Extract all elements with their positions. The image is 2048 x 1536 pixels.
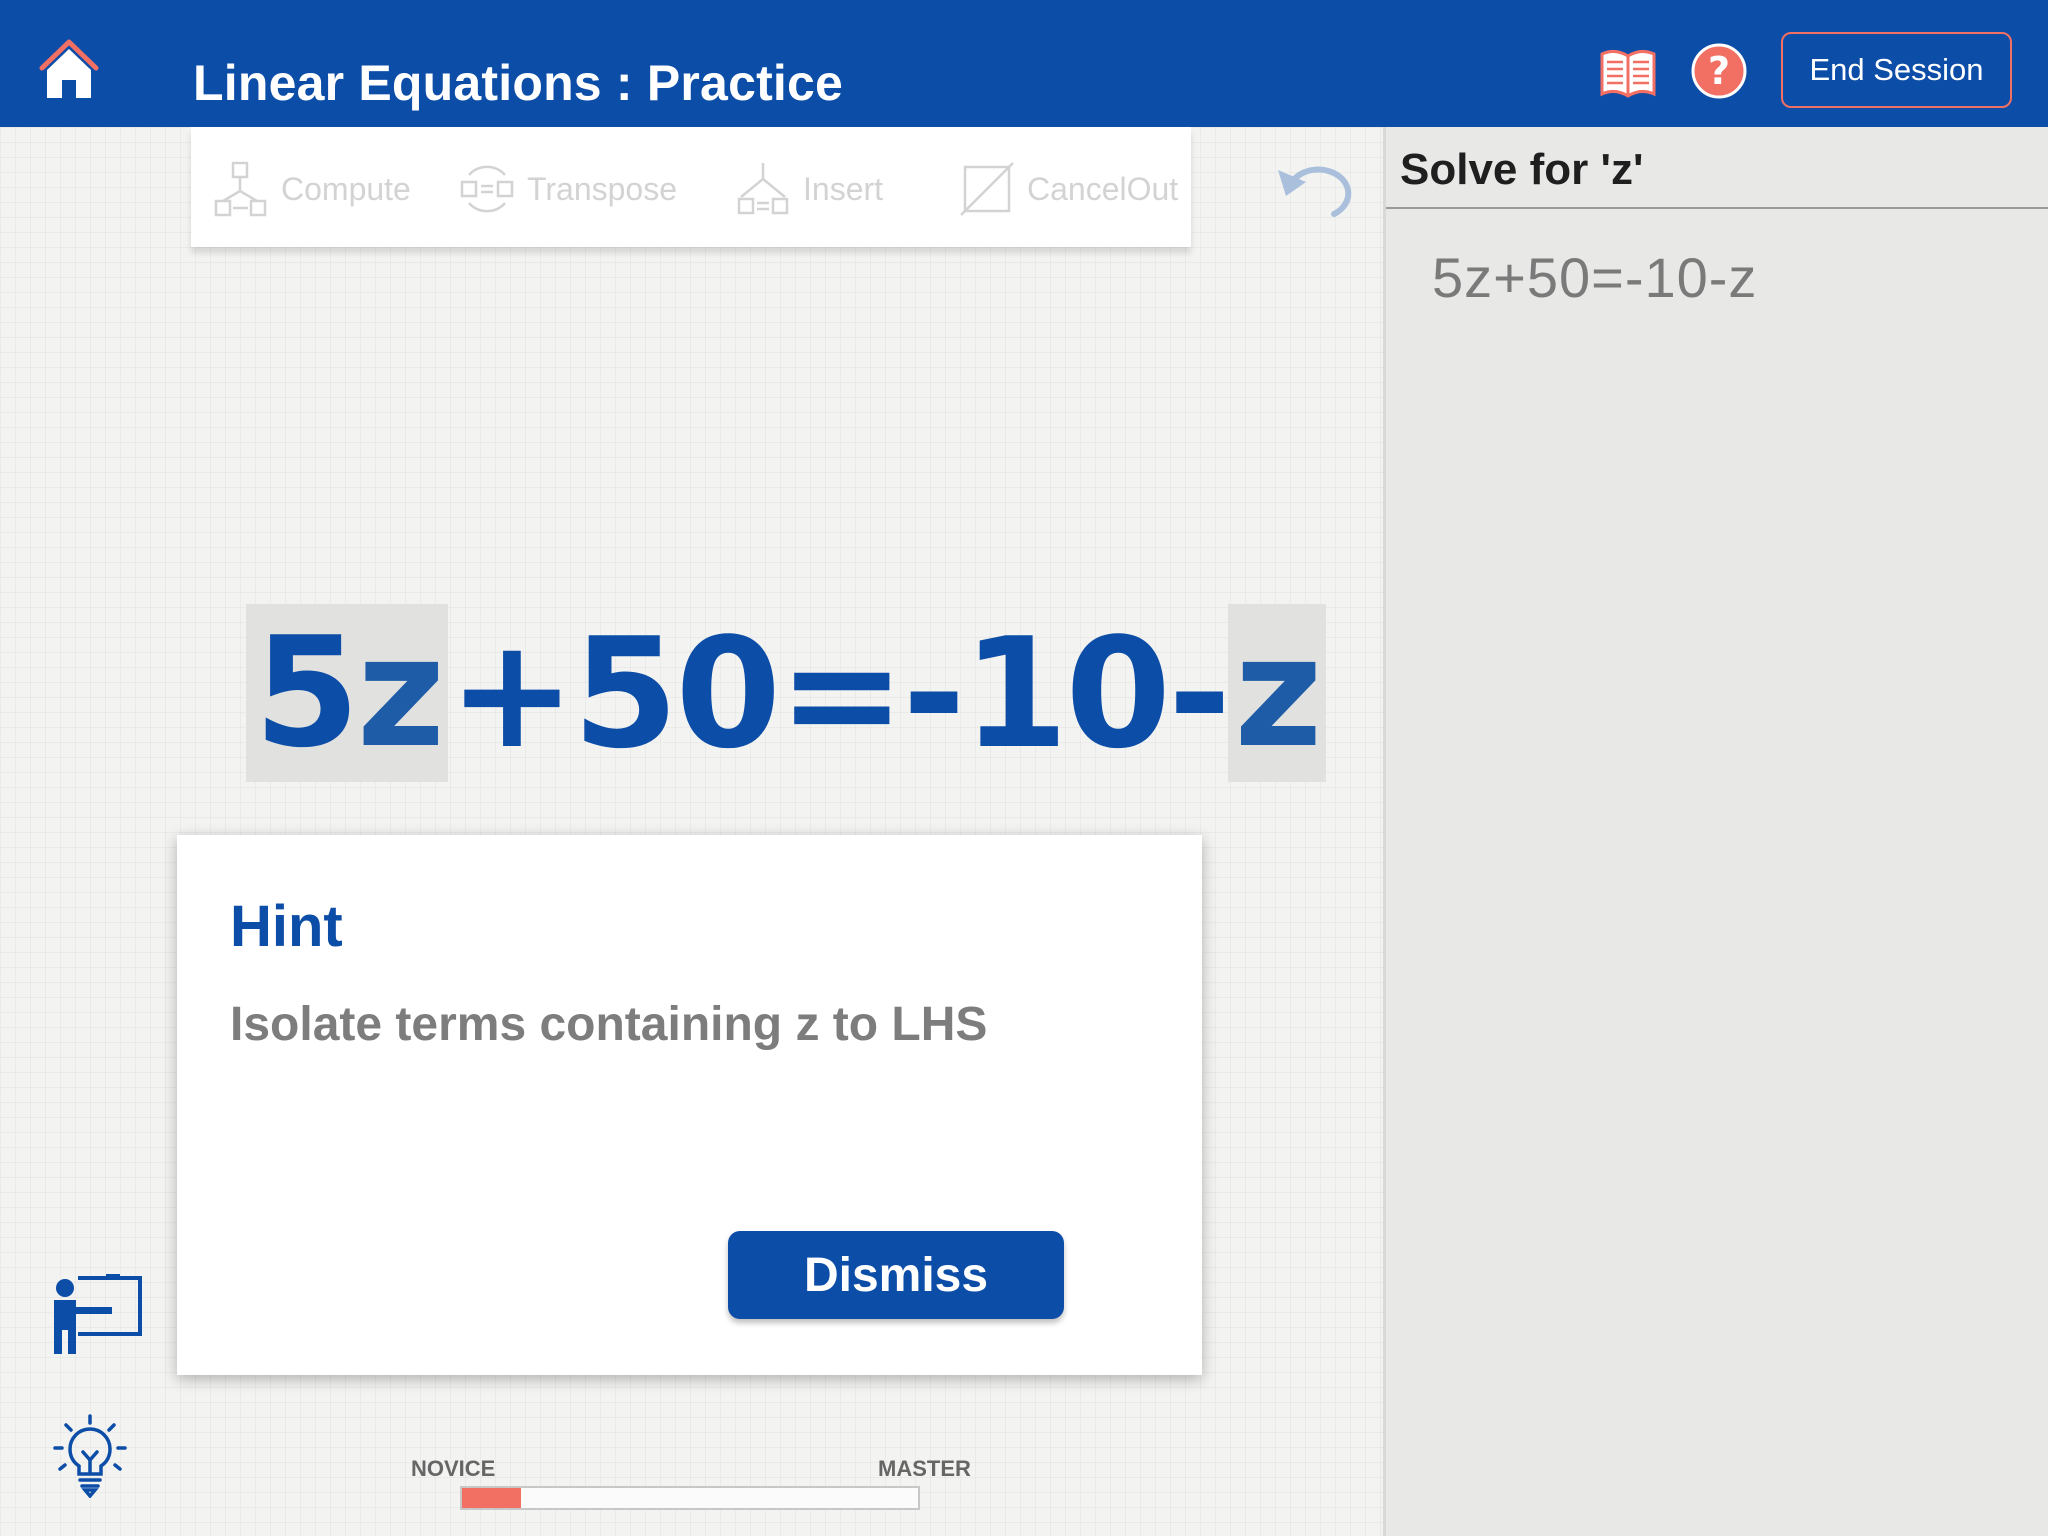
compute-icon [214,161,267,217]
tool-bar: Compute Transpose Insert CancelOut [191,127,1191,247]
insert-icon [737,163,789,215]
mastery-progress-bar [460,1486,920,1510]
hint-title: Hint [230,894,343,959]
undo-icon[interactable] [1272,152,1356,220]
page-title: Linear Equations : Practice [193,55,844,111]
top-bar: Linear Equations : Practice ? End Sessio… [0,0,2048,127]
cancelout-icon [960,162,1014,216]
dismiss-button[interactable]: Dismiss [728,1231,1064,1319]
mastery-progress-fill [462,1488,522,1508]
lightbulb-icon[interactable] [52,1414,128,1498]
equation-variable-term[interactable]: z [356,604,449,782]
insert-tool[interactable]: Insert [735,161,883,217]
transpose-label: Transpose [527,170,677,207]
transpose-tool[interactable]: Transpose [459,161,677,217]
cancelout-label: CancelOut [1027,170,1179,207]
cancelout-tool[interactable]: CancelOut [959,161,1178,217]
solution-step: 5z+50=-10-z [1432,246,1758,309]
equation-display: 5 z +50=-10- z [246,604,1326,782]
equation-variable-term[interactable]: z [1228,604,1326,782]
solve-title: Solve for 'z' [1400,145,1644,194]
equation-coefficient[interactable]: 5 [246,604,360,782]
teacher-icon[interactable] [48,1274,144,1358]
book-icon[interactable] [1598,44,1658,100]
compute-tool[interactable]: Compute [213,161,411,217]
compute-label: Compute [281,170,411,207]
insert-label: Insert [803,170,884,207]
panel-divider-line [1386,207,2048,209]
svg-text:?: ? [1708,49,1730,93]
home-icon[interactable] [36,34,102,104]
help-icon[interactable]: ? [1690,42,1748,100]
progress-end-label: MASTER [878,1456,971,1481]
hint-text: Isolate terms containing z to LHS [230,998,988,1051]
progress-start-label: NOVICE [411,1456,496,1481]
solution-panel: Solve for 'z' 5z+50=-10-z [1386,127,2048,1536]
end-session-button[interactable]: End Session [1781,32,2012,108]
hint-dialog: Hint Isolate terms containing z to LHS D… [177,835,1202,1375]
equation-middle[interactable]: +50=-10- [448,605,1231,782]
transpose-icon [460,165,514,213]
